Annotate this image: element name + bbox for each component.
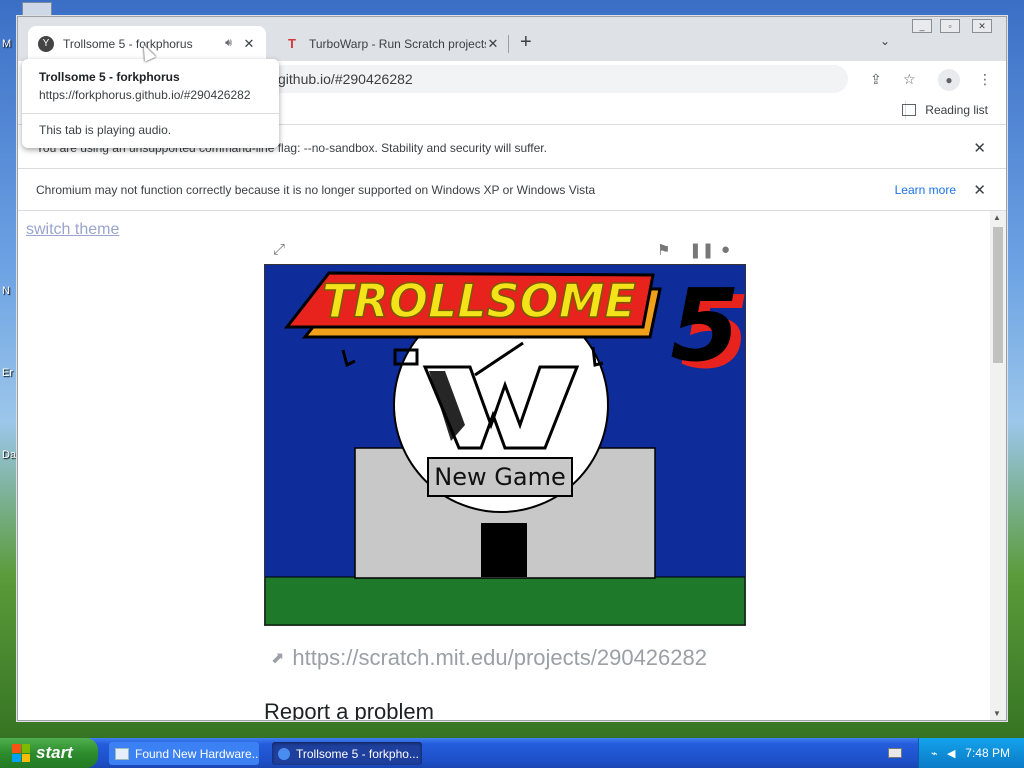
tab-strip: Y Trollsome 5 - forkphorus 🔊︎ ✕ T TurboW… bbox=[18, 17, 1006, 61]
reading-list-label: Reading list bbox=[925, 103, 988, 117]
url-text: github.io/#290426282 bbox=[278, 71, 413, 87]
stop-icon[interactable]: ● bbox=[721, 241, 730, 258]
new-game-button[interactable]: New Game bbox=[427, 457, 573, 497]
reading-list-icon bbox=[902, 104, 917, 116]
external-link-icon: ⬈ bbox=[271, 650, 285, 667]
taskbar-button-label: Found New Hardware... bbox=[135, 746, 259, 761]
close-window-button[interactable]: ✕ bbox=[972, 19, 992, 33]
page-content: switch theme ⤢ ⚑ ❚❚ ● TROLLSOME 5 5 New … bbox=[18, 211, 992, 720]
switch-theme-link[interactable]: switch theme bbox=[26, 221, 119, 239]
hover-card-divider bbox=[22, 113, 279, 114]
new-game-label: New Game bbox=[434, 463, 566, 491]
report-problem-heading[interactable]: Report a problem bbox=[264, 699, 434, 720]
project-link-text: https://scratch.mit.edu/projects/2904262… bbox=[292, 645, 707, 670]
turbowarp-favicon-icon: T bbox=[288, 36, 296, 51]
pause-icon[interactable]: ❚❚ bbox=[689, 241, 714, 259]
reading-list-button[interactable]: Reading list bbox=[902, 103, 988, 117]
tab-search-chevron-icon[interactable]: ⌄ bbox=[880, 34, 890, 48]
volume-icon[interactable]: ◀ bbox=[947, 747, 955, 760]
learn-more-link[interactable]: Learn more bbox=[895, 183, 956, 197]
tab-hover-card: Trollsome 5 - forkphorus https://forkpho… bbox=[22, 59, 279, 148]
minimize-button[interactable]: _ bbox=[912, 19, 932, 33]
menu-kebab-icon[interactable]: ⋮ bbox=[978, 71, 992, 88]
window-icon bbox=[115, 747, 129, 760]
close-icon[interactable]: ✕ bbox=[973, 139, 986, 157]
new-tab-button[interactable]: + bbox=[520, 32, 532, 52]
taskbar-button-trollsome[interactable]: Trollsome 5 - forkpho... bbox=[272, 742, 422, 765]
tab-close-icon[interactable]: ✕ bbox=[242, 36, 256, 52]
fullscreen-icon[interactable]: ⤢ bbox=[273, 241, 285, 258]
bookmark-star-icon[interactable]: ☆ bbox=[903, 71, 916, 88]
game-stage[interactable]: TROLLSOME 5 5 New Game bbox=[264, 264, 746, 626]
green-flag-icon[interactable]: ⚑ bbox=[657, 241, 670, 259]
start-label: start bbox=[36, 743, 73, 762]
hover-card-audio-status: This tab is playing audio. bbox=[39, 123, 172, 137]
forkphorus-favicon-icon: Y bbox=[38, 35, 54, 52]
scrollbar[interactable]: ▲ ▼ bbox=[990, 211, 1006, 720]
infobar-unsupported-os: Chromium may not function correctly beca… bbox=[18, 169, 1006, 211]
hover-card-url: https://forkphorus.github.io/#290426282 bbox=[39, 88, 251, 102]
desktop-icon-label-my: M bbox=[2, 38, 12, 50]
tab-title: TurboWarp - Run Scratch projects faster bbox=[309, 36, 486, 51]
network-icon[interactable]: ⌁ bbox=[931, 747, 938, 760]
scroll-up-icon[interactable]: ▲ bbox=[993, 213, 1001, 222]
chromium-icon bbox=[278, 747, 290, 760]
start-button[interactable]: start bbox=[0, 738, 98, 768]
desktop-icon-label-da: Da bbox=[2, 449, 17, 461]
project-link[interactable]: ⬈ https://scratch.mit.edu/projects/29042… bbox=[271, 645, 707, 671]
keyboard-icon[interactable] bbox=[888, 748, 902, 758]
taskbar-button-found-hardware[interactable]: Found New Hardware... bbox=[109, 742, 259, 765]
close-icon[interactable]: ✕ bbox=[973, 181, 986, 199]
scroll-down-icon[interactable]: ▼ bbox=[993, 709, 1001, 718]
tab-close-icon[interactable]: ✕ bbox=[486, 36, 500, 52]
scroll-thumb[interactable] bbox=[993, 227, 1003, 363]
desktop-icon-label-er: Er bbox=[2, 367, 13, 379]
game-number: 5 bbox=[670, 267, 740, 384]
speaker-icon[interactable]: 🔊︎ bbox=[225, 37, 232, 50]
game-scene: TROLLSOME 5 5 bbox=[265, 265, 745, 625]
player-controls: ⤢ ⚑ ❚❚ ● bbox=[265, 239, 745, 263]
tab-separator bbox=[508, 35, 509, 53]
taskbar: start Found New Hardware... Trollsome 5 … bbox=[0, 738, 1024, 768]
maximize-button[interactable]: ▫ bbox=[940, 19, 960, 33]
share-icon[interactable]: ⇪ bbox=[870, 71, 882, 88]
game-title: TROLLSOME bbox=[322, 274, 636, 328]
desktop-icon-label-n: N bbox=[2, 285, 10, 297]
taskbar-button-label: Trollsome 5 - forkpho... bbox=[296, 746, 419, 761]
profile-avatar-icon[interactable]: ● bbox=[938, 69, 960, 91]
hover-card-title: Trollsome 5 - forkphorus bbox=[39, 70, 180, 84]
infobar-text: Chromium may not function correctly beca… bbox=[36, 182, 596, 197]
clock: 7:48 PM bbox=[965, 746, 1010, 760]
windows-flag-icon bbox=[12, 744, 30, 762]
system-tray: ⌁ ◀ 7:48 PM bbox=[918, 738, 1024, 768]
tab-turbowarp[interactable]: T TurboWarp - Run Scratch projects faste… bbox=[274, 26, 510, 61]
